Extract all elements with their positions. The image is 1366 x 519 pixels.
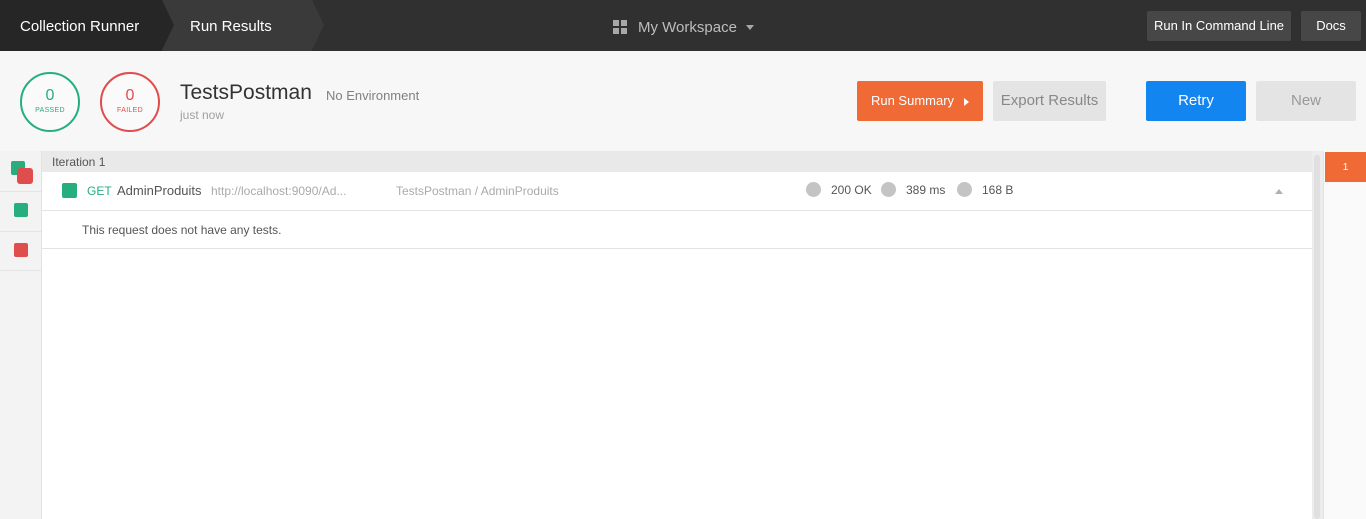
workspace-selector[interactable]: My Workspace <box>613 17 754 37</box>
no-tests-message: This request does not have any tests. <box>42 211 1312 249</box>
iteration-status-fail-icon[interactable] <box>17 168 33 184</box>
status-dot-icon <box>806 182 821 197</box>
response-status: 200 OK <box>806 182 872 197</box>
run-in-command-line-button[interactable]: Run In Command Line <box>1147 11 1291 41</box>
failed-counter: 0 FAILED <box>100 72 160 132</box>
request-url: http://localhost:9090/Ad... <box>211 184 347 198</box>
divider <box>0 191 41 192</box>
breadcrumb-arrow <box>162 0 174 50</box>
passed-count: 0 <box>45 87 55 104</box>
run-summary-button[interactable]: Run Summary <box>857 81 983 121</box>
divider <box>0 231 41 232</box>
status-column <box>0 151 42 519</box>
size-dot-icon <box>957 182 972 197</box>
caret-down-icon <box>745 24 754 30</box>
filter-failed-icon[interactable] <box>14 243 28 257</box>
docs-button[interactable]: Docs <box>1301 11 1361 41</box>
play-triangle-icon <box>964 97 970 106</box>
iteration-marker[interactable]: 1 <box>1325 152 1366 182</box>
response-size-text: 168 B <box>982 182 1014 197</box>
request-method: GET <box>87 184 112 198</box>
filter-passed-icon[interactable] <box>14 203 28 217</box>
response-time: 389 ms <box>881 182 945 197</box>
retry-button[interactable]: Retry <box>1146 81 1246 121</box>
new-button[interactable]: New <box>1256 81 1356 121</box>
response-status-text: 200 OK <box>831 182 872 197</box>
iteration-header: Iteration 1 <box>42 151 1312 172</box>
request-path: TestsPostman / AdminProduits <box>396 184 559 198</box>
passed-counter: 0 PASSED <box>20 72 80 132</box>
passed-label: PASSED <box>35 107 65 114</box>
failed-label: FAILED <box>117 107 143 114</box>
run-header: 0 PASSED 0 FAILED TestsPostman No Enviro… <box>0 51 1366 151</box>
iteration-rail <box>1323 151 1366 519</box>
breadcrumb-run-results[interactable]: Run Results <box>162 0 312 51</box>
collection-name: TestsPostman <box>180 81 312 104</box>
time-dot-icon <box>881 182 896 197</box>
run-summary-label: Run Summary <box>870 93 955 108</box>
breadcrumb-arrow <box>312 0 324 50</box>
workspace-grid-icon <box>613 20 627 34</box>
request-row[interactable]: GET AdminProduits http://localhost:9090/… <box>42 172 1312 211</box>
request-name[interactable]: AdminProduits <box>117 183 202 198</box>
failed-count: 0 <box>125 87 135 104</box>
breadcrumb-collection-runner[interactable]: Collection Runner <box>0 0 162 51</box>
workspace-label: My Workspace <box>638 18 737 36</box>
export-results-button[interactable]: Export Results <box>993 81 1106 121</box>
environment-label: No Environment <box>326 88 420 103</box>
request-status-icon <box>62 183 77 198</box>
divider <box>0 270 41 271</box>
top-bar: Collection Runner Run Results My Workspa… <box>0 0 1366 51</box>
response-size: 168 B <box>957 182 1013 197</box>
run-timestamp: just now <box>180 108 225 122</box>
scrollbar-thumb[interactable] <box>1314 155 1320 519</box>
collapse-caret-icon[interactable] <box>1275 189 1283 194</box>
response-time-text: 389 ms <box>906 182 946 197</box>
